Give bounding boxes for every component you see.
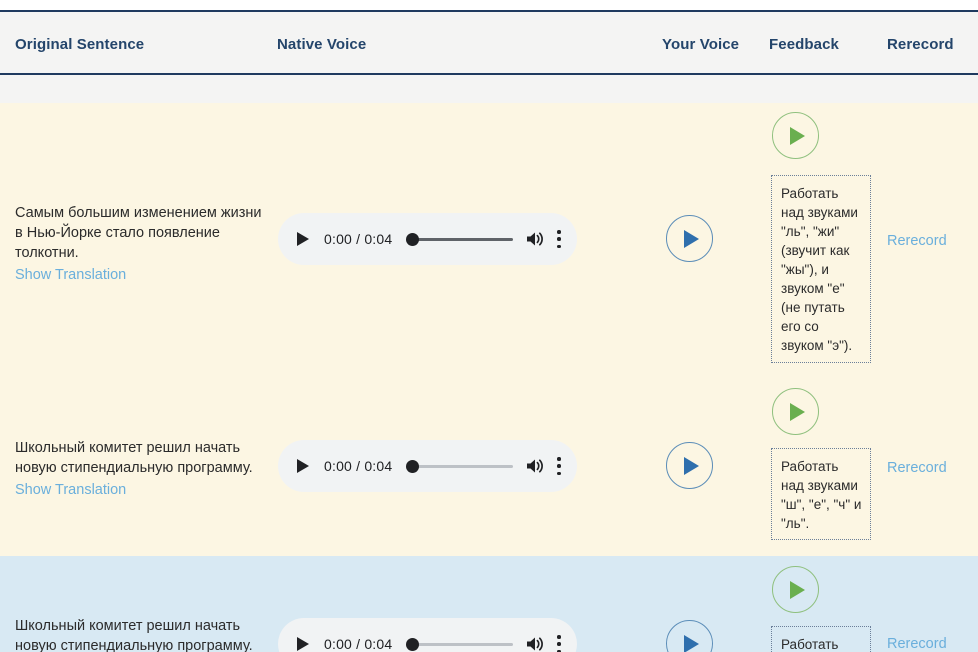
show-translation-link[interactable]: Show Translation bbox=[15, 480, 265, 500]
original-sentence-cell: Самым большим изменением жизни в Нью-Йор… bbox=[15, 203, 265, 285]
audio-overflow-menu-icon[interactable] bbox=[557, 457, 561, 475]
column-header-native-voice: Native Voice bbox=[277, 36, 366, 53]
native-voice-audio-player[interactable]: 0:00 / 0:04 bbox=[278, 213, 577, 265]
table-header: Original Sentence Native Voice Your Voic… bbox=[0, 10, 978, 75]
rerecord-link[interactable]: Rerecord bbox=[887, 233, 947, 249]
volume-icon[interactable] bbox=[525, 457, 545, 475]
audio-progress-rail bbox=[412, 643, 513, 646]
pronunciation-practice-table: Original Sentence Native Voice Your Voic… bbox=[0, 0, 978, 652]
feedback-text: Работать над звуками "ль", "жи" (звучит … bbox=[781, 186, 858, 353]
audio-progress-slider[interactable] bbox=[406, 636, 513, 652]
column-header-rerecord: Rerecord bbox=[887, 36, 954, 53]
feedback-text-box: Работать над звуками "ш", "е", "ч" и "ль… bbox=[771, 448, 871, 540]
audio-play-icon[interactable] bbox=[296, 458, 310, 474]
audio-play-icon[interactable] bbox=[296, 231, 310, 247]
audio-time-display: 0:00 / 0:04 bbox=[324, 458, 392, 474]
audio-progress-rail bbox=[412, 238, 513, 241]
audio-progress-thumb[interactable] bbox=[406, 638, 419, 651]
native-voice-audio-player[interactable]: 0:00 / 0:04 bbox=[278, 440, 577, 492]
audio-overflow-menu-icon[interactable] bbox=[557, 230, 561, 248]
feedback-play-button[interactable] bbox=[772, 388, 819, 435]
audio-progress-slider[interactable] bbox=[406, 458, 513, 474]
rerecord-link[interactable]: Rerecord bbox=[887, 636, 947, 652]
column-header-original-sentence: Original Sentence bbox=[15, 36, 144, 53]
original-sentence-cell: Школьный комитет решил начать новую стип… bbox=[15, 616, 265, 652]
feedback-play-button[interactable] bbox=[772, 112, 819, 159]
volume-icon[interactable] bbox=[525, 635, 545, 652]
audio-progress-thumb[interactable] bbox=[406, 460, 419, 473]
sentence-text: Школьный комитет решил начать новую стип… bbox=[15, 618, 253, 652]
feedback-play-button[interactable] bbox=[772, 566, 819, 613]
table-row: Школьный комитет решил начать новую стип… bbox=[0, 556, 978, 652]
sentence-text: Школьный комитет решил начать новую стип… bbox=[15, 440, 253, 476]
sentence-text: Самым большим изменением жизни в Нью-Йор… bbox=[15, 205, 261, 261]
audio-time-display: 0:00 / 0:04 bbox=[324, 231, 392, 247]
feedback-text: Работать bbox=[781, 637, 838, 652]
audio-time-display: 0:00 / 0:04 bbox=[324, 636, 392, 652]
audio-overflow-menu-icon[interactable] bbox=[557, 635, 561, 652]
table-row: Школьный комитет решил начать новую стип… bbox=[0, 386, 978, 556]
feedback-text-box: Работать bbox=[771, 626, 871, 652]
native-voice-audio-player[interactable]: 0:00 / 0:04 bbox=[278, 618, 577, 652]
show-translation-link[interactable]: Show Translation bbox=[15, 265, 265, 285]
audio-progress-thumb[interactable] bbox=[406, 233, 419, 246]
audio-progress-rail bbox=[412, 465, 513, 468]
rerecord-link[interactable]: Rerecord bbox=[887, 460, 947, 476]
feedback-text: Работать над звуками "ш", "е", "ч" и "ль… bbox=[781, 459, 861, 531]
your-voice-play-button[interactable] bbox=[666, 215, 713, 262]
audio-play-icon[interactable] bbox=[296, 636, 310, 652]
feedback-text-box: Работать над звуками "ль", "жи" (звучит … bbox=[771, 175, 871, 363]
your-voice-play-button[interactable] bbox=[666, 442, 713, 489]
column-header-your-voice: Your Voice bbox=[662, 36, 739, 53]
audio-progress-slider[interactable] bbox=[406, 231, 513, 247]
column-header-feedback: Feedback bbox=[769, 36, 839, 53]
your-voice-play-button[interactable] bbox=[666, 620, 713, 652]
header-spacer bbox=[0, 75, 978, 103]
original-sentence-cell: Школьный комитет решил начать новую стип… bbox=[15, 438, 265, 500]
volume-icon[interactable] bbox=[525, 230, 545, 248]
